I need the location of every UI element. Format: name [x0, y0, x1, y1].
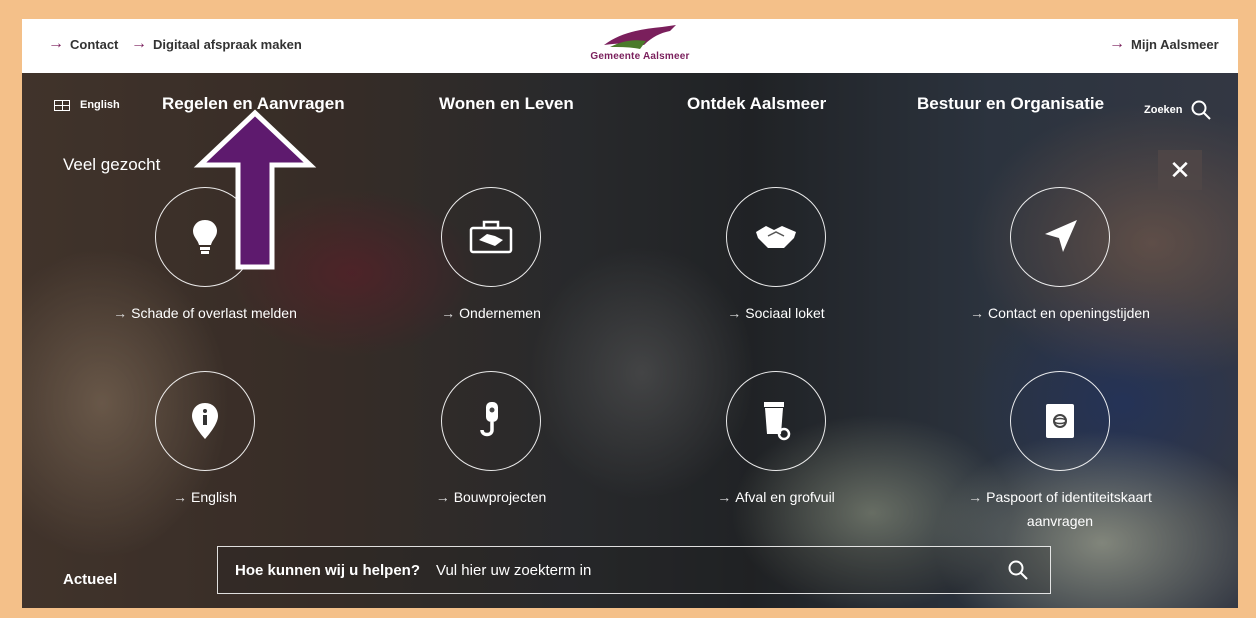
- arrow-right-icon: →: [113, 305, 128, 321]
- tile-label: English: [191, 489, 237, 505]
- arrow-right-icon: →: [48, 35, 64, 52]
- tile-circle: [726, 371, 826, 471]
- tile-sociaal-loket[interactable]: → Sociaal loket: [656, 187, 896, 325]
- arrow-right-icon: →: [435, 489, 450, 505]
- contact-label: Contact: [70, 36, 119, 52]
- briefcase-icon: [469, 220, 513, 254]
- arrow-right-icon: →: [441, 305, 456, 321]
- tile-label: Contact en openingstijden: [988, 305, 1150, 321]
- handshake-icon: [756, 226, 796, 248]
- tile-label: Ondernemen: [459, 305, 541, 321]
- my-aalsmeer-label: Mijn Aalsmeer: [1131, 36, 1219, 52]
- tile-circle: [441, 187, 541, 287]
- tile-circle: [726, 187, 826, 287]
- passport-icon: [1046, 404, 1074, 438]
- arrow-right-icon: →: [173, 489, 188, 505]
- nav-bestuur[interactable]: Bestuur en Organisatie: [917, 94, 1104, 114]
- tile-bouwprojecten[interactable]: → Bouwprojecten: [371, 371, 611, 509]
- municipality-logo[interactable]: Gemeente Aalsmeer: [570, 21, 710, 69]
- search-toggle-label: Zoeken: [1144, 104, 1183, 116]
- help-search-label: Hoe kunnen wij u helpen?: [235, 561, 421, 579]
- arrow-right-icon: →: [727, 305, 742, 321]
- arrow-right-icon: →: [1109, 35, 1125, 52]
- search-icon: [1191, 100, 1211, 120]
- tile-label: Paspoort of identiteitskaart aanvragen: [986, 489, 1152, 529]
- navigation-arrow-icon: [1045, 220, 1077, 252]
- tile-label: Afval en grofvuil: [735, 489, 835, 505]
- tile-label: Schade of overlast melden: [131, 305, 297, 321]
- my-aalsmeer-link[interactable]: → Mijn Aalsmeer: [1109, 35, 1219, 53]
- tile-label: Bouwprojecten: [453, 489, 547, 505]
- tile-label: Sociaal loket: [745, 305, 825, 321]
- uk-flag-icon: [54, 99, 70, 111]
- search-toggle[interactable]: Zoeken: [1144, 100, 1211, 120]
- arrow-right-icon: →: [970, 305, 985, 321]
- tile-circle: [1010, 187, 1110, 287]
- tile-circle: [441, 371, 541, 471]
- appointment-link[interactable]: → Digitaal afspraak maken: [131, 35, 302, 53]
- contact-link[interactable]: → Contact: [48, 35, 118, 53]
- info-pin-icon: [192, 403, 218, 439]
- popular-title: Veel gezocht: [63, 155, 161, 174]
- tile-circle: [1010, 371, 1110, 471]
- logo-text: Gemeente Aalsmeer: [590, 51, 690, 62]
- tile-circle: [155, 371, 255, 471]
- tile-paspoort[interactable]: → Paspoort of identiteitskaart aanvragen: [940, 371, 1180, 533]
- hero-area: English Regelen en Aanvragen Wonen en Le…: [22, 73, 1238, 608]
- tile-ondernemen[interactable]: → Ondernemen: [371, 187, 611, 325]
- nav-ontdek[interactable]: Ontdek Aalsmeer: [687, 94, 826, 114]
- tile-afval[interactable]: → Afval en grofvuil: [656, 371, 896, 509]
- appointment-label: Digitaal afspraak maken: [153, 36, 302, 52]
- nav-wonen[interactable]: Wonen en Leven: [439, 94, 574, 114]
- waste-bin-icon: [764, 402, 791, 441]
- help-search-bar: Hoe kunnen wij u helpen?: [217, 546, 1051, 594]
- language-label: English: [80, 99, 120, 111]
- help-search-input[interactable]: [436, 561, 994, 579]
- search-icon: [1008, 560, 1028, 580]
- arrow-right-icon: →: [968, 489, 983, 505]
- bird-logo-icon: [604, 25, 676, 49]
- arrow-right-icon: →: [131, 35, 147, 52]
- language-switch[interactable]: English: [54, 99, 120, 111]
- annotation-arrow-icon: [193, 109, 317, 270]
- crane-hook-icon: [480, 402, 498, 437]
- help-search-button[interactable]: [994, 547, 1042, 593]
- tile-english[interactable]: → English: [85, 371, 325, 509]
- news-link[interactable]: Actueel: [63, 571, 117, 588]
- top-bar: → Contact → Digitaal afspraak maken Geme…: [22, 19, 1238, 73]
- tile-contact[interactable]: → Contact en openingstijden: [940, 187, 1180, 325]
- close-button[interactable]: ✕: [1158, 150, 1202, 190]
- arrow-right-icon: →: [717, 489, 732, 505]
